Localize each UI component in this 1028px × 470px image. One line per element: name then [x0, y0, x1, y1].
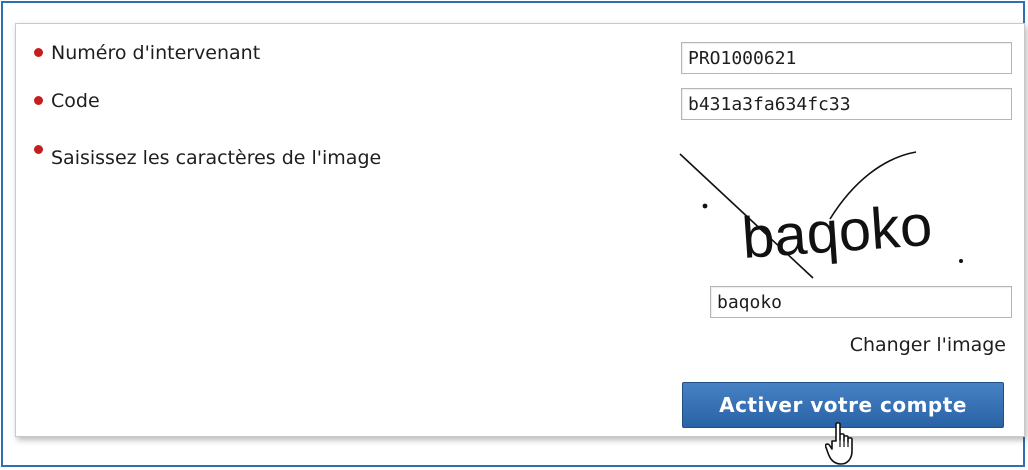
required-dot-icon [34, 48, 43, 57]
field-captcha-row: Saisissez les caractères de l'image [34, 145, 382, 169]
change-image-link[interactable]: Changer l'image [850, 334, 1006, 356]
hand-pointer-icon [825, 422, 853, 465]
required-dot-icon [34, 96, 43, 105]
field-code-row: Code [34, 90, 100, 112]
code-input[interactable] [681, 88, 1012, 120]
required-dot-icon [34, 145, 43, 154]
intervenant-number-input[interactable] [681, 42, 1012, 74]
field-intervenant-label: Numéro d'intervenant [51, 42, 261, 64]
activation-form-panel: Numéro d'intervenant Code Saisissez les … [15, 23, 1025, 437]
field-captcha-label: Saisissez les caractères de l'image [51, 147, 382, 169]
field-intervenant-row: Numéro d'intervenant [34, 42, 260, 64]
field-code-label: Code [51, 90, 100, 112]
captcha-noise-dot [959, 259, 963, 263]
window-frame: Numéro d'intervenant Code Saisissez les … [1, 1, 1025, 467]
captcha-noise-dot [702, 203, 708, 209]
captcha-input[interactable] [710, 286, 1012, 318]
captcha-text: baqoko [740, 193, 934, 271]
captcha-image: baqoko [678, 144, 968, 294]
captcha-svg: baqoko [679, 151, 963, 279]
